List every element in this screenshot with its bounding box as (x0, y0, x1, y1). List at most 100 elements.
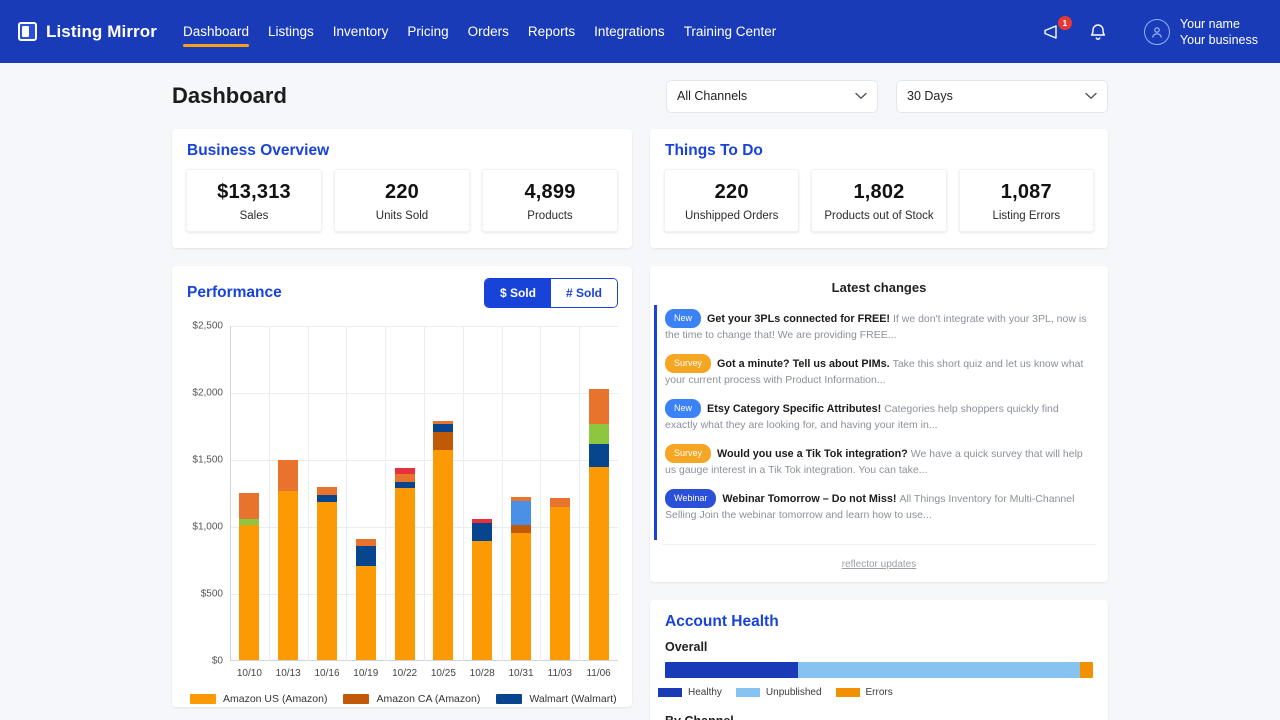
latest-change-item[interactable]: NewGet your 3PLs connected for FREE! If … (665, 309, 1092, 343)
left-column: Business Overview $13,313Sales220Units S… (172, 129, 632, 720)
by-channel-label: By Channel (665, 714, 1093, 720)
user-business: Your business (1180, 32, 1258, 48)
toggle-sold[interactable]: # Sold (551, 279, 617, 307)
things-to-do-tile[interactable]: 1,802Products out of Stock (811, 169, 946, 232)
channel-filter-value: All Channels (677, 89, 747, 103)
chart-gridline (579, 326, 580, 661)
chart-bar-segment (433, 450, 453, 660)
nav-item-dashboard[interactable]: Dashboard (183, 0, 249, 63)
performance-header: Performance $ Sold# Sold (172, 266, 632, 312)
nav-item-pricing[interactable]: Pricing (407, 0, 448, 63)
legend-label: Healthy (688, 687, 722, 698)
performance-plot-area: $0$500$1,000$1,500$2,000$2,50010/1010/13… (230, 326, 618, 661)
tile-value: 1,802 (816, 181, 941, 204)
toggle-sold[interactable]: $ Sold (485, 279, 551, 307)
brand-logo[interactable]: Listing Mirror (18, 22, 157, 42)
user-identity: Your name Your business (1180, 16, 1258, 48)
chart-bar[interactable] (589, 389, 609, 660)
legend-color-swatch (343, 694, 369, 704)
status-badge: Webinar (665, 489, 716, 508)
announcements-button[interactable]: 1 (1042, 20, 1066, 44)
things-to-do-tile[interactable]: 1,087 Listing Errors (959, 169, 1094, 232)
nav-item-inventory[interactable]: Inventory (333, 0, 389, 63)
chart-bar[interactable] (472, 519, 492, 660)
nav-item-listings[interactable]: Listings (268, 0, 314, 63)
chart-legend-item[interactable]: Amazon US (Amazon) (190, 693, 327, 705)
chart-bar[interactable] (356, 539, 376, 660)
latest-change-headline: Get your 3PLs connected for FREE! (707, 313, 893, 325)
chart-bar[interactable] (239, 493, 259, 660)
business-overview-tile[interactable]: 220Units Sold (334, 169, 470, 232)
chart-bar-segment (239, 493, 259, 519)
latest-changes-card: Latest changes NewGet your 3PLs connecte… (650, 266, 1108, 582)
chart-bar-segment (511, 525, 531, 532)
things-to-do-tiles: 220Unshipped Orders1,802Products out of … (650, 169, 1108, 248)
nav-item-orders[interactable]: Orders (468, 0, 509, 63)
nav-item-reports[interactable]: Reports (528, 0, 575, 63)
nav-item-training-center[interactable]: Training Center (684, 0, 777, 63)
tile-label: Unshipped Orders (669, 210, 794, 222)
chart-bar-segment (433, 424, 453, 431)
business-overview-tile[interactable]: 4,899Products (482, 169, 618, 232)
latest-changes-footer: reflector updates (662, 544, 1096, 582)
health-legend-item[interactable]: Errors (836, 687, 893, 698)
legend-color-swatch (190, 694, 216, 704)
chart-bar[interactable] (395, 468, 415, 660)
account-health-by-channel: By Channel (650, 698, 1108, 720)
business-overview-tile[interactable]: $13,313Sales (186, 169, 322, 232)
health-legend-item[interactable]: Healthy (658, 687, 722, 698)
user-menu[interactable]: Your name Your business (1144, 16, 1258, 48)
latest-change-item[interactable]: NewEtsy Category Specific Attributes! Ca… (665, 399, 1092, 433)
page-header: Dashboard All Channels 30 Days (172, 63, 1108, 129)
notifications-bell-button[interactable] (1086, 20, 1110, 44)
y-axis-tick-label: $500 (201, 589, 230, 600)
chart-bar[interactable] (550, 498, 570, 660)
chart-bar[interactable] (511, 497, 531, 660)
latest-change-headline: Got a minute? Tell us about PIMs. (717, 358, 893, 370)
page-title: Dashboard (172, 83, 287, 109)
tile-value: 4,899 (487, 181, 613, 204)
reflector-updates-link[interactable]: reflector updates (842, 559, 917, 570)
chart-gridline (346, 326, 347, 661)
things-to-do-card: Things To Do 220Unshipped Orders1,802Pro… (650, 129, 1108, 248)
chart-bar-segment (317, 487, 337, 494)
right-column: Things To Do 220Unshipped Orders1,802Pro… (650, 129, 1108, 720)
y-axis-tick-label: $1,500 (192, 455, 230, 466)
legend-color-swatch (836, 688, 860, 697)
channel-filter-select[interactable]: All Channels (666, 80, 878, 113)
status-badge: Survey (665, 354, 711, 373)
chart-bar-segment (511, 533, 531, 660)
latest-changes-list: NewGet your 3PLs connected for FREE! If … (654, 305, 1096, 540)
health-legend-item[interactable]: Unpublished (736, 687, 822, 698)
latest-change-item[interactable]: SurveyWould you use a Tik Tok integratio… (665, 444, 1092, 478)
things-to-do-tile[interactable]: 220Unshipped Orders (664, 169, 799, 232)
x-axis-tick-label: 10/28 (470, 668, 495, 679)
latest-change-headline: Etsy Category Specific Attributes! (707, 403, 884, 415)
chart-bar[interactable] (317, 487, 337, 660)
account-health-legend: Healthy Unpublished Errors (658, 687, 1093, 698)
account-health-card: Account Health Overall HealthyUnpublishe… (650, 600, 1108, 720)
chart-gridline (502, 326, 503, 661)
tile-label: Listing Errors (964, 210, 1089, 222)
tile-value: $13,313 (191, 181, 317, 204)
chart-bar[interactable] (278, 460, 298, 660)
top-navigation-bar: Listing Mirror Dashboard Listings Inventor… (0, 0, 1280, 63)
nav-item-integrations[interactable]: Integrations (594, 0, 665, 63)
chart-bar-segment (317, 495, 337, 502)
chart-legend-item[interactable]: Amazon CA (Amazon) (343, 693, 480, 705)
performance-chart: $0$500$1,000$1,500$2,000$2,50010/1010/13… (172, 312, 632, 707)
y-axis-tick-label: $2,500 (192, 321, 230, 332)
legend-label: Errors (866, 687, 893, 698)
status-badge: New (665, 309, 701, 328)
x-axis-tick-label: 10/22 (392, 668, 417, 679)
chart-bar-segment (278, 491, 298, 661)
latest-change-item[interactable]: SurveyGot a minute? Tell us about PIMs. … (665, 354, 1092, 388)
latest-change-item[interactable]: WebinarWebinar Tomorrow – Do not Miss! A… (665, 489, 1092, 523)
filter-bar: All Channels 30 Days (666, 80, 1108, 113)
chart-bar[interactable] (433, 421, 453, 660)
avatar (1144, 19, 1170, 45)
chart-legend-item[interactable]: Walmart (Walmart) (496, 693, 616, 705)
date-range-select[interactable]: 30 Days (896, 80, 1108, 113)
listing-mirror-logo-icon (18, 22, 37, 41)
tile-value: 1,087 (964, 181, 1089, 204)
